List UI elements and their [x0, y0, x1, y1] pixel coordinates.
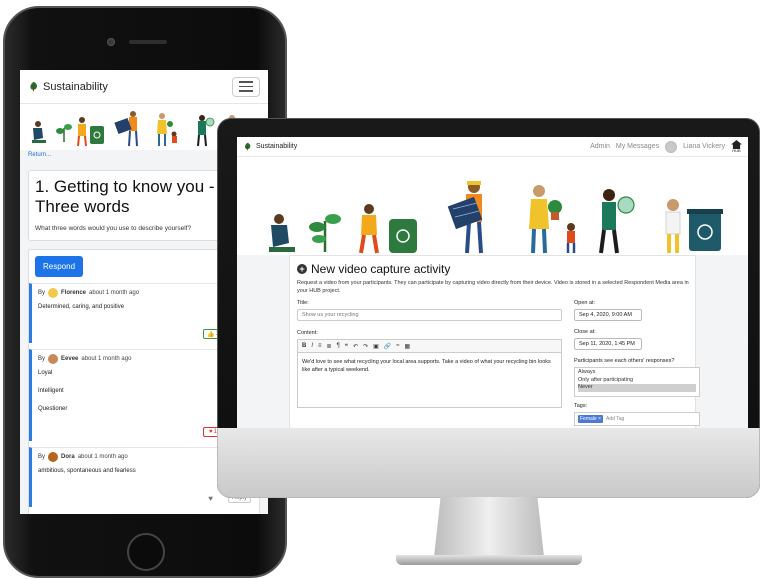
home-icon[interactable]: HUB	[731, 140, 742, 153]
visibility-option-selected[interactable]: Never	[578, 384, 696, 392]
content-label: Content:	[297, 330, 318, 336]
return-link[interactable]: Return...	[28, 152, 51, 160]
visibility-select[interactable]: Always Only after participating Never	[574, 367, 700, 397]
italic-icon[interactable]: I	[311, 343, 313, 349]
desktop-brand[interactable]: Sustainability	[256, 143, 297, 150]
question-title: 1. Getting to know you - Three words	[35, 177, 215, 216]
image-icon[interactable]: ▣	[373, 343, 379, 350]
editor-toolbar: B I ≡ ≣ ¶ ❝ ↶ ↷ ▣ 🔗 ≈ ▦	[297, 339, 562, 352]
table-icon[interactable]: ▦	[405, 343, 411, 350]
plus-circle-icon: +	[297, 264, 307, 274]
mobile-navbar: Sustainability	[20, 70, 268, 104]
hamburger-icon[interactable]	[232, 76, 260, 97]
by-label: By	[38, 290, 46, 296]
phone-speaker	[129, 40, 167, 44]
nav-admin-link[interactable]: Admin	[590, 143, 610, 150]
title-input[interactable]: Show us your recycling	[297, 309, 562, 321]
heart-icon[interactable]: ♥	[208, 494, 213, 503]
tags-input[interactable]: Female × Add Tag	[574, 412, 700, 426]
leaf-icon	[244, 142, 251, 151]
thumbs-up-icon: 👍	[207, 331, 215, 338]
avatar	[48, 288, 59, 298]
code-icon[interactable]: ≈	[396, 343, 399, 349]
redo-icon[interactable]: ↷	[363, 343, 368, 350]
numbered-list-icon[interactable]: ≣	[327, 343, 332, 350]
monitor-chin	[217, 428, 760, 498]
by-label: By	[38, 454, 46, 460]
heading-icon[interactable]: ¶	[337, 343, 340, 349]
open-at-label: Open at:	[574, 300, 596, 306]
phone-camera	[107, 38, 115, 46]
device-mockup-scene: Sustainability Return... 1. Getting to k…	[0, 0, 760, 579]
response-author[interactable]: Florence	[61, 290, 86, 296]
activity-form: + New video capture activity Request a v…	[289, 255, 700, 428]
visibility-option[interactable]: Always	[578, 369, 696, 377]
bold-icon[interactable]: B	[302, 343, 306, 349]
response-author[interactable]: Eevee	[61, 356, 78, 362]
response-author[interactable]: Dora	[61, 454, 75, 460]
desktop-nav-right: Admin My Messages Liana Vickery HUB	[590, 140, 742, 153]
add-tag-placeholder[interactable]: Add Tag	[606, 416, 624, 422]
tag-label: Female	[580, 416, 597, 422]
tags-label: Tags:	[574, 403, 588, 409]
content-editor[interactable]: We'd love to see what recycling your loc…	[297, 352, 562, 408]
desktop-screen: Sustainability Admin My Messages Liana V…	[237, 137, 748, 428]
heart-icon: ♥	[209, 429, 213, 435]
monitor-stand	[434, 497, 544, 557]
close-at-input[interactable]: Sep 11, 2020, 1:45 PM	[574, 338, 642, 350]
form-left-column: Title: Show us your recycling Content: B…	[297, 300, 562, 408]
quote-icon[interactable]: ❝	[345, 343, 348, 350]
mobile-brand[interactable]: Sustainability	[43, 81, 108, 93]
monitor-stand-base	[396, 555, 582, 565]
undo-icon[interactable]: ↶	[353, 343, 358, 350]
avatar	[48, 452, 59, 462]
desktop-navbar: Sustainability Admin My Messages Liana V…	[237, 137, 748, 157]
respond-button[interactable]: Respond	[35, 256, 84, 277]
activity-title: New video capture activity	[311, 262, 451, 276]
tag-chip[interactable]: Female ×	[578, 415, 603, 423]
phone-home-button[interactable]	[127, 533, 165, 571]
form-right-column: Open at: Sep 4, 2020, 9:00 AM Close at: …	[574, 300, 700, 426]
close-icon[interactable]: ×	[598, 416, 601, 422]
user-avatar[interactable]	[665, 140, 678, 153]
desktop-hero-illustration	[237, 157, 748, 255]
home-caption: HUB	[732, 148, 741, 153]
nav-messages-link[interactable]: My Messages	[616, 143, 659, 150]
visibility-option[interactable]: Only after participating	[578, 377, 696, 385]
link-icon[interactable]: 🔗	[384, 343, 391, 350]
activity-description: Request a video from your participants. …	[297, 280, 689, 294]
visibility-label: Participants see each others' responses?	[574, 358, 675, 364]
close-at-label: Close at:	[574, 329, 596, 335]
open-at-input[interactable]: Sep 4, 2020, 9:00 AM	[574, 309, 642, 321]
title-label: Title:	[297, 300, 309, 306]
activity-title-row: + New video capture activity	[297, 262, 688, 276]
response-time: about 1 month ago	[81, 356, 132, 362]
by-label: By	[38, 356, 46, 362]
response-time: about 1 month ago	[77, 454, 128, 460]
bullet-list-icon[interactable]: ≡	[318, 343, 322, 349]
nav-user-name[interactable]: Liana Vickery	[683, 143, 725, 150]
response-time: about 1 month ago	[89, 290, 140, 296]
avatar	[48, 354, 59, 364]
leaf-icon	[30, 81, 37, 92]
